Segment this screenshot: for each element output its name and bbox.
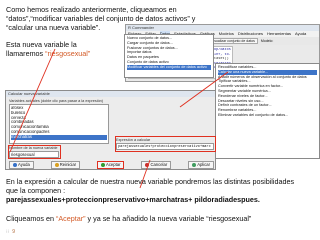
view-dataset-button[interactable]: Visualizar conjunto de datos — [208, 38, 258, 44]
reset-button[interactable]: Reiniciar — [50, 161, 81, 169]
expression-input[interactable]: parejassexuales+proteccionpreservativo+m… — [116, 143, 214, 150]
menu-item-modificar-variables[interactable]: Modificar variables del conjunto de dato… — [127, 64, 211, 70]
new-variable-input[interactable]: riesgosexual — [9, 151, 59, 158]
datos-menu: Nuevo conjunto de datos... Cargar conjun… — [124, 34, 214, 78]
variables-list[interactable]: afosex bulelico cerveza combinadas comun… — [9, 104, 109, 144]
new-variable-label: Nombre de la nueva variable — [9, 146, 58, 150]
help-button-label: Ayuda — [18, 162, 30, 167]
dialog-title: Calcular nueva variable — [6, 91, 215, 97]
menu-distribuciones[interactable]: Distribuciones — [238, 31, 263, 37]
compute-variable-dialog: Calcular nueva variable Variables actual… — [5, 90, 216, 170]
menu-ayuda[interactable]: Ayuda — [295, 31, 306, 37]
reset-icon — [54, 163, 59, 167]
slide-number: ⁝⁝ 9 — [6, 229, 15, 235]
model-label: Modelo: — [260, 39, 274, 43]
slide: Como hemos realizado anteriormente, cliq… — [0, 0, 320, 240]
check-icon — [101, 163, 106, 167]
variables-list-label: Variables actuales (doble clic para pasa… — [9, 99, 104, 103]
accept-text: Cliqueamos en “Aceptar” y ya se ha añadi… — [6, 214, 306, 223]
new-variable-text: Esta nueva variable la llamaremos “riesg… — [6, 40, 96, 58]
submenu-item[interactable]: Eliminar variables del conjunto de datos… — [218, 113, 317, 118]
expression-label: Expresión a calcular — [116, 138, 151, 142]
menu-modelos[interactable]: Modelos — [219, 31, 234, 37]
close-icon — [145, 163, 150, 167]
help-icon — [13, 163, 17, 167]
cancel-button[interactable]: Cancelar — [141, 161, 172, 169]
cancel-button-label: Cancelar — [150, 162, 168, 167]
dots-icon: ⁝⁝ — [6, 229, 10, 235]
expression-intro: En la expresión a calcular de nuestra nu… — [6, 177, 295, 195]
expression-formula: parejassexuales+proteccionpreservativo+m… — [6, 195, 260, 204]
apply-button[interactable]: Aplicar — [188, 161, 214, 169]
accept-word: “Aceptar” — [55, 214, 86, 223]
slide-number-value: 9 — [12, 229, 15, 235]
accept-suffix: y ya se ha añadido la nueva variable “ri… — [87, 214, 252, 223]
reset-button-label: Reiniciar — [59, 162, 77, 167]
ok-button[interactable]: Aceptar — [97, 161, 125, 169]
list-item[interactable]: marchatras — [11, 134, 107, 140]
menu-herramientas[interactable]: Herramientas — [267, 31, 291, 37]
apply-button-label: Aplicar — [197, 162, 210, 167]
help-button[interactable]: Ayuda — [9, 161, 34, 169]
expression-text: En la expresión a calcular de nuestra nu… — [6, 177, 306, 204]
new-variable-name: “riesgosexual” — [45, 49, 91, 58]
accept-prefix: Cliqueamos en — [6, 214, 54, 223]
ok-button-label: Aceptar — [106, 162, 121, 167]
apply-icon — [192, 163, 197, 167]
modify-variables-submenu: Recodificar variables... Calcular una nu… — [215, 63, 320, 159]
dialog-buttons: Ayuda Reiniciar Aceptar Cancelar Aplicar — [9, 161, 214, 169]
